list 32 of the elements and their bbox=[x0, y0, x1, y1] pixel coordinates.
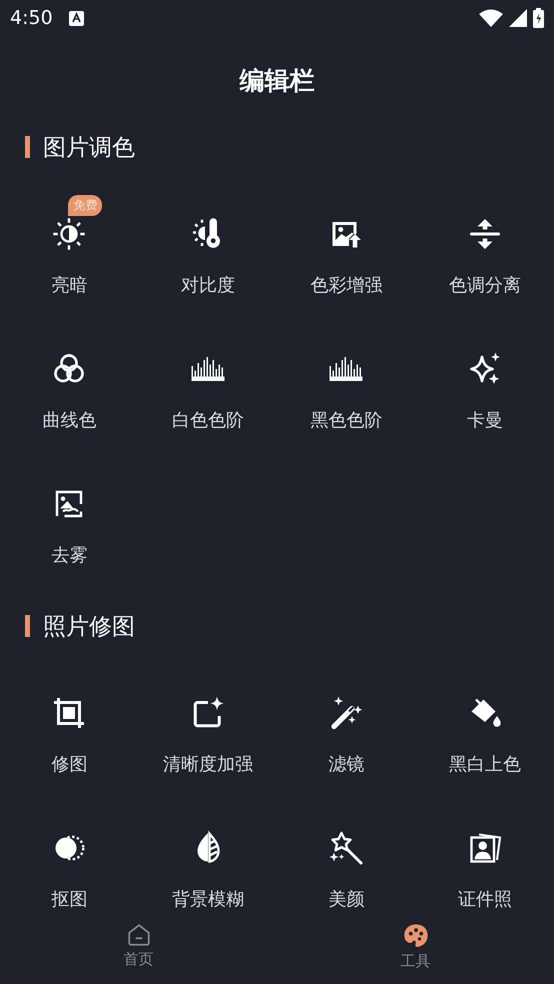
status-time: 4:50 bbox=[10, 7, 53, 29]
tool-label[interactable]: 抠图 bbox=[51, 889, 88, 911]
keyboard-icon bbox=[68, 10, 84, 26]
tool-label[interactable]: 卡曼 bbox=[466, 410, 503, 432]
tool-label[interactable]: 背景模糊 bbox=[172, 889, 244, 911]
wifi-icon bbox=[479, 9, 503, 27]
section-heading: 照片修图 bbox=[43, 612, 135, 642]
tool-label[interactable]: 亮暗 bbox=[51, 275, 88, 297]
tool-label[interactable]: 白色色阶 bbox=[172, 410, 244, 432]
tool-label[interactable]: 滤镜 bbox=[328, 754, 364, 776]
tool-label[interactable]: 去雾 bbox=[51, 545, 88, 567]
page-title: 编辑栏 bbox=[240, 64, 314, 96]
battery-icon bbox=[533, 8, 544, 28]
signal-icon bbox=[509, 9, 527, 27]
tool-label[interactable]: 清晰度加强 bbox=[162, 754, 253, 776]
tool-label[interactable]: 美颜 bbox=[328, 889, 364, 911]
accent-bar bbox=[25, 615, 30, 637]
tool-label[interactable]: 对比度 bbox=[180, 275, 235, 297]
star-wand-icon[interactable] bbox=[328, 830, 364, 866]
nav-tab[interactable]: 工具 bbox=[277, 914, 554, 984]
free-badge: 免费 bbox=[68, 195, 102, 216]
sun-icon[interactable] bbox=[51, 216, 88, 252]
section-heading: 图片调色 bbox=[43, 134, 135, 162]
nav-tab[interactable]: 首页 bbox=[0, 914, 277, 984]
tool-label[interactable]: 曲线色 bbox=[42, 410, 96, 432]
tool-label[interactable]: 黑白上色 bbox=[448, 754, 521, 776]
tool-label[interactable]: 黑色色阶 bbox=[310, 410, 382, 432]
tool-label[interactable]: 色调分离 bbox=[448, 275, 521, 297]
tool-label[interactable]: 证件照 bbox=[458, 889, 512, 911]
tool-label[interactable]: 修图 bbox=[51, 754, 88, 776]
accent-bar bbox=[25, 136, 30, 158]
tool-label[interactable]: 色彩增强 bbox=[310, 275, 382, 297]
